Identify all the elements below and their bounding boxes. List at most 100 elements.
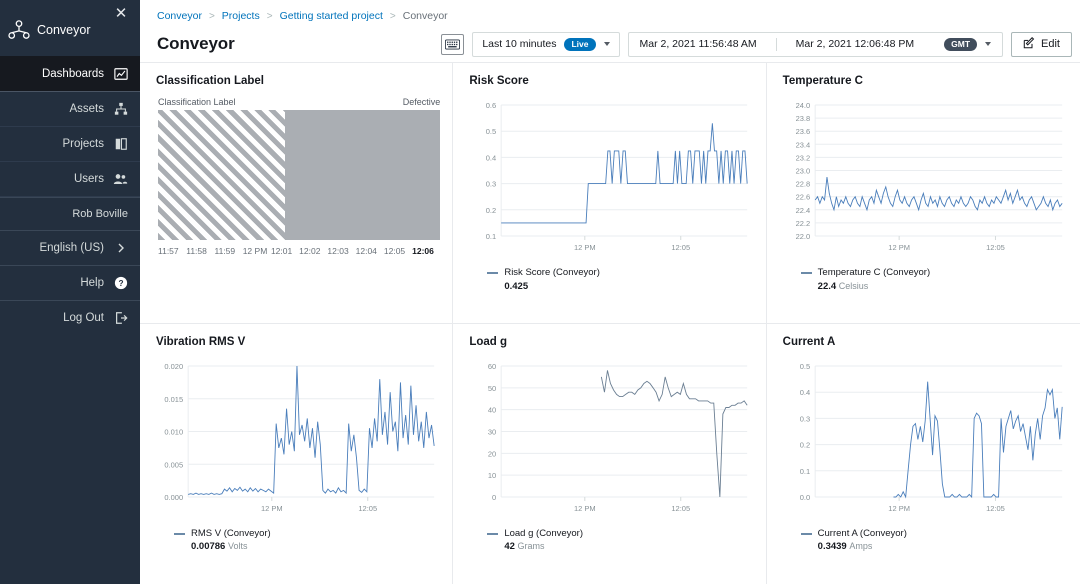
status-current-state: Defective bbox=[402, 97, 441, 107]
svg-text:40: 40 bbox=[488, 405, 496, 414]
conveyor-logo-icon bbox=[8, 20, 30, 39]
svg-text:0.4: 0.4 bbox=[799, 388, 809, 397]
svg-text:0.0: 0.0 bbox=[799, 493, 809, 502]
widget-title: Current A bbox=[782, 335, 836, 348]
sidebar-item-assets[interactable]: Assets bbox=[0, 91, 140, 126]
legend-unit: Volts bbox=[227, 541, 248, 552]
start-time: Mar 2, 2021 11:56:48 AM bbox=[639, 38, 757, 50]
legend-unit: Amps bbox=[849, 541, 873, 552]
x-tick: 11:58 bbox=[186, 246, 207, 256]
edit-button[interactable]: Edit bbox=[1011, 31, 1072, 57]
sidebar-brand: Conveyor bbox=[8, 20, 91, 40]
breadcrumb: Conveyor > Projects > Getting started pr… bbox=[140, 0, 1080, 24]
sidebar-item-label: Help bbox=[80, 277, 104, 289]
svg-text:0.6: 0.6 bbox=[486, 101, 496, 110]
time-range-display[interactable]: Mar 2, 2021 11:56:48 AM Mar 2, 2021 12:0… bbox=[627, 31, 1004, 57]
svg-text:0.5: 0.5 bbox=[486, 127, 496, 136]
legend-swatch bbox=[174, 532, 185, 535]
sidebar-item-label: Users bbox=[73, 173, 104, 185]
sidebar-header: ✕ Conveyor bbox=[0, 0, 140, 56]
sidebar-item-help[interactable]: Help ? bbox=[0, 265, 140, 300]
legend-swatch bbox=[487, 532, 499, 535]
close-icon[interactable]: ✕ bbox=[112, 5, 130, 23]
widget-risk-score: Risk Score 0.6 0.5 0.4 0.3 0.2 0.1 12 PM 12:05 … bbox=[453, 63, 767, 324]
chart-canvas[interactable]: 24.0 23.8 23.6 23.4 23.2 23.0 22.8 22.6 22.4 22.2… bbox=[781, 97, 1068, 262]
sidebar-item-dashboards[interactable]: Dashboards bbox=[0, 56, 140, 91]
svg-text:12:05: 12:05 bbox=[672, 504, 691, 513]
svg-text:23.2: 23.2 bbox=[795, 153, 810, 162]
header-controls: Last 10 minutes Live Mar 2, 2021 11:56:4… bbox=[441, 31, 1072, 57]
sidebar-nav: Dashboards Assets Projects Users bbox=[0, 56, 140, 197]
status-series-label: Classification Label bbox=[158, 97, 236, 107]
chevron-down-icon[interactable] bbox=[985, 42, 992, 46]
svg-text:0.010: 0.010 bbox=[164, 427, 183, 436]
sidebar-brand-label: Conveyor bbox=[37, 23, 91, 37]
svg-text:10: 10 bbox=[488, 471, 496, 480]
chart-canvas[interactable]: 0.6 0.5 0.4 0.3 0.2 0.1 12 PM 12:05 bbox=[467, 97, 753, 262]
svg-text:23.4: 23.4 bbox=[795, 140, 810, 149]
x-tick: 12:01 bbox=[270, 246, 293, 256]
svg-text:22.8: 22.8 bbox=[795, 180, 810, 189]
status-header: Classification Label Defective bbox=[154, 97, 440, 110]
status-band-track bbox=[158, 110, 441, 240]
question-circle-icon: ? bbox=[113, 276, 128, 291]
app-root: ✕ Conveyor Dashboards Assets Projects Us… bbox=[0, 0, 1080, 584]
chart-canvas[interactable]: 0.5 0.4 0.3 0.2 0.1 0.0 12 PM 12:05 bbox=[781, 358, 1068, 523]
widget-classification-label: Classification Label Classification Labe… bbox=[140, 63, 454, 324]
svg-text:12 PM: 12 PM bbox=[888, 243, 910, 252]
sidebar-item-label: Dashboards bbox=[41, 68, 104, 80]
svg-text:0.2: 0.2 bbox=[799, 440, 809, 449]
x-tick: 11:59 bbox=[214, 246, 236, 256]
legend-unit: Grams bbox=[517, 541, 545, 552]
breadcrumb-separator: > bbox=[389, 10, 396, 22]
sidebar-item-users[interactable]: Users bbox=[0, 161, 140, 196]
sidebar-item-label: Projects bbox=[62, 138, 104, 150]
legend-label: Current A (Conveyor) bbox=[817, 527, 907, 539]
breadcrumb-item-0[interactable]: Conveyor bbox=[157, 10, 202, 22]
x-tick: 12:04 bbox=[355, 246, 377, 256]
svg-text:12 PM: 12 PM bbox=[574, 504, 596, 513]
sidebar-username: Rob Boville bbox=[0, 197, 140, 230]
svg-text:24.0: 24.0 bbox=[795, 101, 810, 110]
svg-text:12:05: 12:05 bbox=[986, 504, 1005, 513]
svg-text:30: 30 bbox=[488, 427, 496, 436]
widget-current-a: Current A 0.5 0.4 0.3 0.2 0.1 0.0 12 PM 12:05 C… bbox=[767, 324, 1080, 584]
assets-hierarchy-icon bbox=[113, 102, 128, 117]
svg-text:12:05: 12:05 bbox=[358, 504, 377, 513]
sidebar-item-logout[interactable]: Log Out bbox=[0, 300, 140, 335]
legend-label: Load g (Conveyor) bbox=[504, 527, 584, 539]
time-range-selector[interactable]: Last 10 minutes Live bbox=[472, 31, 620, 57]
widget-temperature-c: Temperature C 24.0 23.8 23.6 23.4 23.2 23.0 22… bbox=[766, 63, 1080, 324]
svg-text:12:05: 12:05 bbox=[986, 243, 1005, 252]
time-range-label: Last 10 minutes bbox=[482, 38, 557, 50]
dashboard-icon bbox=[113, 67, 128, 82]
svg-text:0.1: 0.1 bbox=[799, 466, 809, 475]
x-tick: 12 PM bbox=[242, 246, 268, 256]
chevron-down-icon[interactable] bbox=[603, 42, 610, 46]
breadcrumb-item-2[interactable]: Getting started project bbox=[280, 10, 383, 22]
svg-text:0.005: 0.005 bbox=[164, 460, 183, 469]
timezone-selector[interactable]: GMT bbox=[933, 33, 1002, 56]
svg-text:0.015: 0.015 bbox=[164, 394, 183, 403]
sidebar: ✕ Conveyor Dashboards Assets Projects Us… bbox=[0, 0, 140, 584]
svg-text:60: 60 bbox=[488, 362, 496, 371]
x-tick: 12:06 bbox=[412, 246, 434, 256]
status-band-normal bbox=[158, 110, 286, 240]
logout-arrow-icon bbox=[113, 311, 128, 326]
sidebar-item-language[interactable]: English (US) bbox=[0, 230, 140, 265]
svg-text:12 PM: 12 PM bbox=[261, 504, 283, 513]
sidebar-item-projects[interactable]: Projects bbox=[0, 126, 140, 161]
chart-canvas[interactable]: 0.020 0.015 0.010 0.005 0.000 12 PM 12:05 bbox=[154, 358, 440, 523]
legend-value: 0.425 bbox=[504, 280, 529, 292]
legend-value: 22.4 bbox=[817, 280, 837, 292]
svg-text:23.8: 23.8 bbox=[795, 114, 810, 123]
keyboard-icon[interactable] bbox=[441, 33, 465, 55]
chevron-right-icon bbox=[113, 241, 128, 256]
chart-legend: Load g (Conveyor) 42 Grams bbox=[487, 528, 753, 555]
x-tick: 12:03 bbox=[327, 246, 349, 256]
chart-canvas[interactable]: 60 50 40 30 20 10 0 12 PM 12:05 bbox=[467, 358, 753, 523]
breadcrumb-item-1[interactable]: Projects bbox=[222, 10, 260, 22]
x-tick: 12:02 bbox=[299, 246, 321, 256]
sidebar-footer: Rob Boville English (US) Help ? Log Out bbox=[0, 197, 140, 335]
legend-value: 0.00786 bbox=[191, 541, 226, 553]
